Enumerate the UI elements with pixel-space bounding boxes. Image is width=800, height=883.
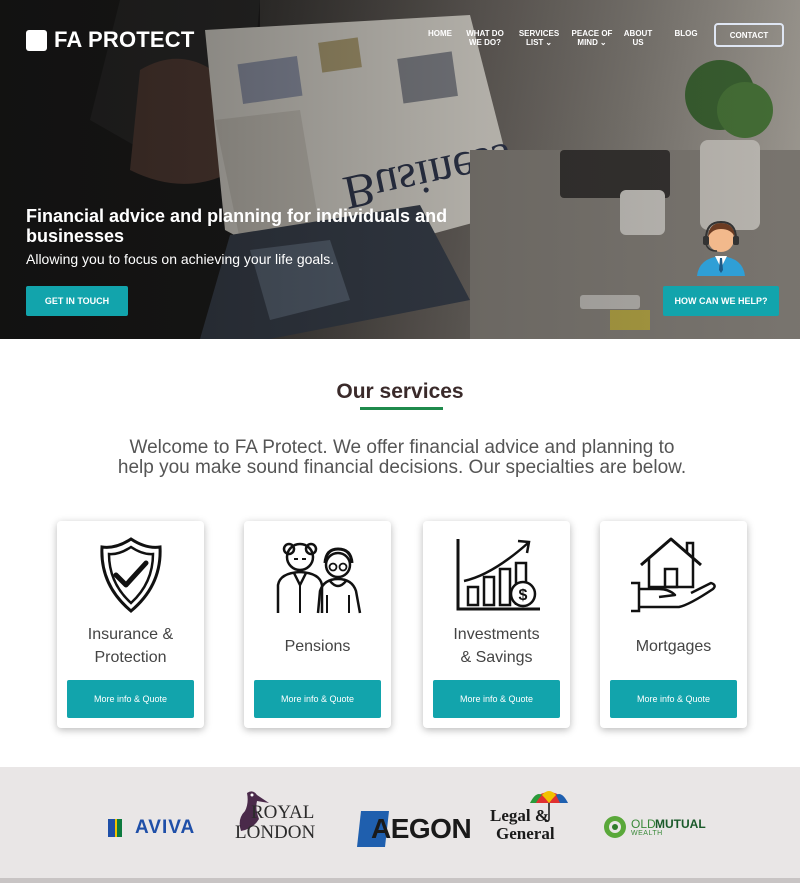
royal-london-line1: ROYAL bbox=[251, 802, 315, 823]
growth-chart-icon: $ bbox=[456, 539, 540, 611]
services-intro: Welcome to FA Protect. We offer financia… bbox=[117, 437, 687, 478]
royal-london-logo: ROYAL LONDON bbox=[233, 789, 325, 851]
old-mutual-word-wealth: WEALTH bbox=[631, 830, 663, 837]
service-card-pensions: Pensions More info & Quote bbox=[244, 521, 391, 728]
old-mutual-word-old: OLD bbox=[631, 817, 656, 831]
service-card-mortgages: Mortgages More info & Quote bbox=[600, 521, 747, 728]
legal-general-logo: Legal & General bbox=[490, 785, 572, 849]
nav-home-label: HOME bbox=[428, 29, 452, 38]
old-mutual-logo: OLD MUTUAL WEALTH bbox=[603, 815, 715, 841]
more-info-button[interactable]: More info & Quote bbox=[610, 680, 737, 718]
aviva-logo: AVIVA bbox=[108, 817, 203, 844]
nav-peace-of-mind-line1: PEACE OF bbox=[571, 29, 613, 38]
main-nav: HOME WHAT DO WE DO? SERVICES LIST ⌄ PEACE… bbox=[0, 23, 800, 69]
get-in-touch-button[interactable]: GET IN TOUCH bbox=[26, 286, 128, 316]
nav-what-do-we-do-line1: WHAT DO bbox=[466, 29, 504, 38]
royal-london-line2: LONDON bbox=[235, 822, 316, 843]
hero-banner: Business FA PROTECT HOME WHAT DO WE DO? … bbox=[0, 0, 800, 339]
legal-general-line1: Legal & bbox=[490, 806, 550, 825]
more-info-label: More info & Quote bbox=[93, 694, 168, 704]
chevron-down-icon: ⌄ bbox=[545, 38, 553, 47]
hero-title: Financial advice and planning for indivi… bbox=[26, 206, 448, 246]
service-card-label-line1: Pensions bbox=[284, 638, 351, 655]
shield-check-icon bbox=[99, 537, 162, 613]
nav-services-list[interactable]: SERVICES LIST ⌄ bbox=[514, 29, 564, 47]
nav-services-list-line2: LIST bbox=[525, 38, 544, 47]
footer-divider bbox=[0, 878, 800, 883]
more-info-label: More info & Quote bbox=[459, 694, 534, 704]
aegon-logo-text: AEGON bbox=[371, 813, 472, 844]
nav-what-do-we-do[interactable]: WHAT DO WE DO? bbox=[460, 29, 510, 47]
elderly-couple-icon bbox=[276, 542, 361, 614]
contact-button-label: CONTACT bbox=[729, 30, 769, 40]
house-hand-icon bbox=[630, 537, 716, 613]
nav-peace-of-mind[interactable]: PEACE OF MIND ⌄ bbox=[567, 29, 617, 47]
service-card-label-line1: Insurance & bbox=[87, 626, 174, 643]
more-info-label: More info & Quote bbox=[636, 694, 711, 704]
nav-about-us[interactable]: ABOUT US bbox=[613, 29, 663, 47]
nav-peace-of-mind-line2: MIND bbox=[577, 38, 598, 47]
nav-what-do-we-do-line2: WE DO? bbox=[469, 38, 501, 47]
service-card-label-line2: & Savings bbox=[460, 649, 533, 666]
get-in-touch-label: GET IN TOUCH bbox=[44, 296, 110, 306]
partner-logos-band: AVIVA ROYAL LONDON AEGON Legal & General… bbox=[0, 767, 800, 883]
more-info-label: More info & Quote bbox=[280, 694, 355, 704]
services-heading: Our services bbox=[336, 380, 464, 403]
service-card-label: Investments & Savings bbox=[423, 623, 570, 669]
aegon-logo: AEGON bbox=[357, 811, 472, 847]
contact-button[interactable]: CONTACT bbox=[714, 23, 784, 47]
heading-underline bbox=[360, 407, 443, 410]
more-info-button[interactable]: More info & Quote bbox=[67, 680, 194, 718]
how-can-we-help-label: HOW CAN WE HELP? bbox=[674, 296, 768, 306]
aviva-logo-text: AVIVA bbox=[135, 817, 196, 838]
support-agent-icon bbox=[697, 220, 745, 276]
old-mutual-word-mutual: MUTUAL bbox=[655, 817, 706, 831]
chevron-down-icon: ⌄ bbox=[599, 38, 607, 47]
nav-home[interactable]: HOME bbox=[415, 29, 465, 38]
old-mutual-leaf-icon bbox=[604, 816, 626, 838]
nav-services-list-line1: SERVICES bbox=[518, 29, 560, 38]
more-info-button[interactable]: More info & Quote bbox=[433, 680, 560, 718]
nav-blog[interactable]: BLOG bbox=[661, 29, 711, 38]
service-card-insurance: Insurance & Protection More info & Quote bbox=[57, 521, 204, 728]
legal-general-line2: General bbox=[496, 824, 555, 843]
service-card-label-line1: Investments bbox=[453, 626, 540, 643]
service-card-label: Pensions bbox=[244, 635, 391, 658]
nav-blog-label: BLOG bbox=[674, 29, 698, 38]
hero-subtitle: Allowing you to focus on achieving your … bbox=[26, 251, 335, 267]
nav-about-us-line2: US bbox=[632, 38, 644, 47]
svg-text:$: $ bbox=[518, 587, 527, 604]
service-card-investments: $ Investments & Savings More info & Quot… bbox=[423, 521, 570, 728]
service-card-label-line2: Protection bbox=[94, 649, 167, 666]
service-card-label-line1: Mortgages bbox=[635, 638, 712, 655]
how-can-we-help-button[interactable]: HOW CAN WE HELP? bbox=[663, 286, 779, 316]
more-info-button[interactable]: More info & Quote bbox=[254, 680, 381, 718]
service-card-label: Mortgages bbox=[600, 635, 747, 658]
nav-about-us-line1: ABOUT bbox=[623, 29, 653, 38]
service-card-label: Insurance & Protection bbox=[57, 623, 204, 669]
